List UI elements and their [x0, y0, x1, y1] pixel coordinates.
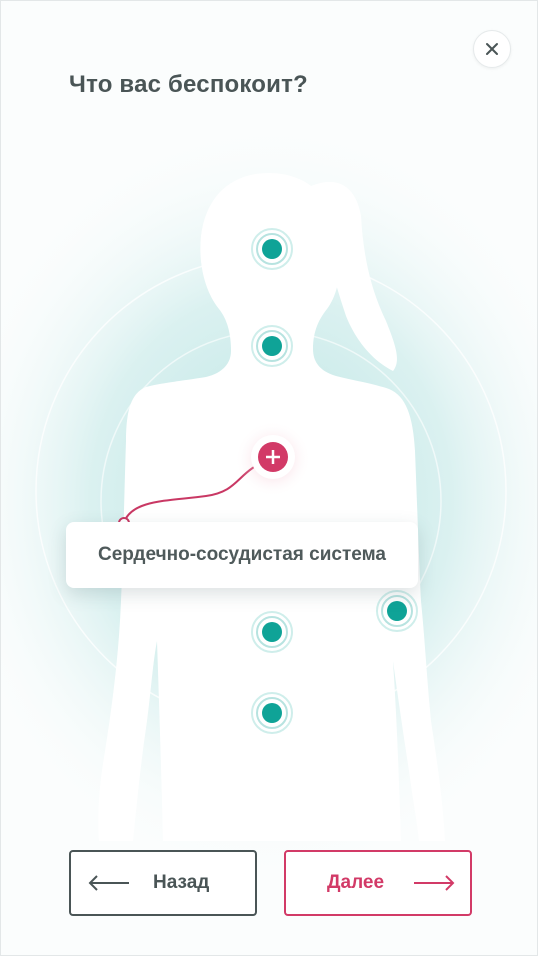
back-button[interactable]: Назад — [69, 850, 257, 916]
hotspot-neck[interactable] — [251, 325, 293, 367]
close-icon — [483, 40, 501, 58]
next-button[interactable]: Далее — [284, 850, 472, 916]
hotspot-pelvis[interactable] — [251, 692, 293, 734]
next-button-label: Далее — [327, 872, 385, 893]
arrow-left-icon — [88, 875, 129, 891]
body-system-tooltip: Сердечно-сосудистая система — [66, 522, 418, 588]
tooltip-label: Сердечно-сосудистая система — [98, 544, 386, 565]
body-figure — [1, 121, 537, 881]
hotspot-head[interactable] — [251, 228, 293, 270]
hotspot-right-arm[interactable] — [376, 590, 418, 632]
page-title: Что вас беспокоит? — [69, 71, 308, 98]
symptom-selector-screen: Что вас беспокоит? Сердечно-сосудистая с… — [0, 0, 538, 956]
arrow-right-icon — [414, 875, 455, 891]
back-button-label: Назад — [153, 872, 210, 893]
hotspot-chest-active[interactable] — [235, 421, 311, 497]
close-button[interactable] — [473, 30, 511, 68]
hotspot-abdomen[interactable] — [251, 611, 293, 653]
